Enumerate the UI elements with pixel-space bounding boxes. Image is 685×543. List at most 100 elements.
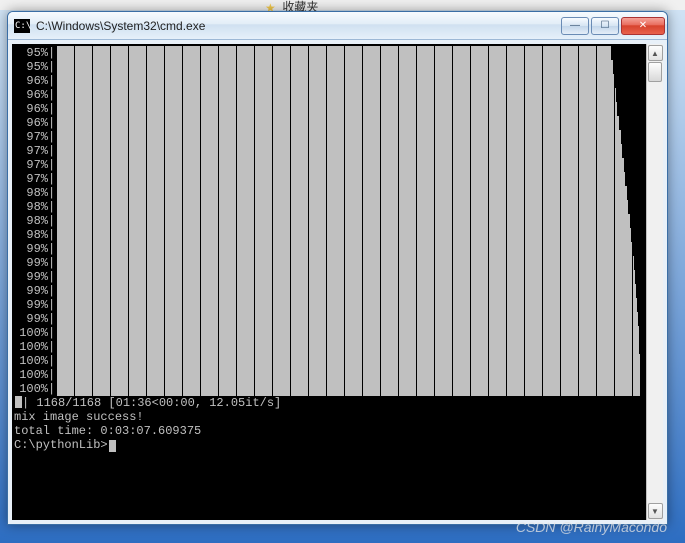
progress-percent: 100% (14, 326, 48, 340)
progress-bar-fill (57, 74, 614, 88)
progress-bar-left-cap: | (48, 354, 55, 368)
progress-bar (57, 46, 640, 60)
close-button[interactable]: ✕ (621, 17, 665, 35)
progress-row: 100%| (14, 354, 644, 368)
progress-bar (57, 256, 640, 270)
progress-counter-line: | 1168/1168 [01:36<00:00, 12.05it/s] (14, 396, 644, 410)
progress-percent: 96% (14, 74, 48, 88)
progress-bar-fill (57, 88, 615, 102)
progress-bar (57, 228, 640, 242)
progress-row: 96%| (14, 102, 644, 116)
progress-bar-fill (57, 326, 639, 340)
progress-percent: 100% (14, 382, 48, 396)
progress-row: 96%| (14, 88, 644, 102)
progress-bar-left-cap: | (48, 74, 55, 88)
progress-bar-fill (57, 298, 637, 312)
progress-percent: 99% (14, 312, 48, 326)
maximize-button[interactable]: ☐ (591, 17, 619, 35)
progress-bar-fill (57, 46, 611, 60)
progress-bar (57, 88, 640, 102)
progress-row: 98%| (14, 186, 644, 200)
progress-bar (57, 102, 640, 116)
progress-bar (57, 186, 640, 200)
progress-bar-fill (57, 116, 619, 130)
progress-bar-fill (57, 270, 635, 284)
progress-row: 98%| (14, 214, 644, 228)
progress-percent: 98% (14, 200, 48, 214)
progress-row: 96%| (14, 74, 644, 88)
scroll-down-button[interactable]: ▼ (648, 503, 663, 519)
scrollbar-thumb[interactable] (648, 62, 662, 82)
progress-bar-left-cap: | (48, 158, 55, 172)
progress-row: 96%| (14, 116, 644, 130)
scroll-up-button[interactable]: ▲ (648, 45, 663, 61)
progress-row: 100%| (14, 326, 644, 340)
progress-bar-left-cap: | (48, 46, 55, 60)
success-line: mix image success! (14, 410, 644, 424)
progress-bar-left-cap: | (48, 242, 55, 256)
progress-row: 95%| (14, 46, 644, 60)
progress-bar-fill (57, 382, 640, 396)
progress-bar-left-cap: | (48, 214, 55, 228)
progress-percent: 97% (14, 158, 48, 172)
cmd-icon: C:\ (14, 19, 30, 33)
progress-row: 97%| (14, 158, 644, 172)
progress-row: 99%| (14, 256, 644, 270)
progress-bar-left-cap: | (48, 270, 55, 284)
progress-bar (57, 116, 640, 130)
progress-percent: 100% (14, 368, 48, 382)
prompt-line: C:\pythonLib> (14, 438, 644, 452)
progress-percent: 99% (14, 298, 48, 312)
progress-bar-left-cap: | (48, 256, 55, 270)
progress-bar (57, 60, 640, 74)
progress-bar (57, 354, 640, 368)
titlebar[interactable]: C:\ C:\Windows\System32\cmd.exe — ☐ ✕ (8, 12, 667, 40)
progress-bar-left-cap: | (48, 284, 55, 298)
progress-percent: 100% (14, 340, 48, 354)
progress-bar (57, 200, 640, 214)
progress-row: 99%| (14, 270, 644, 284)
progress-bar (57, 284, 640, 298)
progress-row: 100%| (14, 340, 644, 354)
progress-percent: 96% (14, 102, 48, 116)
progress-bar-left-cap: | (48, 130, 55, 144)
progress-row: 99%| (14, 242, 644, 256)
window-controls: — ☐ ✕ (561, 17, 665, 35)
progress-row: 97%| (14, 144, 644, 158)
progress-bar (57, 214, 640, 228)
console-output[interactable]: 95%|95%|96%|96%|96%|96%|97%|97%|97%|97%|… (12, 44, 646, 520)
progress-bar (57, 242, 640, 256)
progress-bar (57, 368, 640, 382)
progress-bar-left-cap: | (48, 60, 55, 74)
progress-bar-fill (57, 312, 638, 326)
progress-bar-fill (57, 354, 640, 368)
counter-text: | 1168/1168 [01:36<00:00, 12.05it/s] (22, 396, 281, 410)
progress-bar-left-cap: | (48, 172, 55, 186)
progress-bar (57, 270, 640, 284)
progress-row: 99%| (14, 312, 644, 326)
progress-bar-fill (57, 284, 636, 298)
progress-percent: 98% (14, 228, 48, 242)
progress-row: 100%| (14, 368, 644, 382)
progress-bar-left-cap: | (48, 312, 55, 326)
progress-row: 97%| (14, 172, 644, 186)
progress-bar-left-cap: | (48, 144, 55, 158)
progress-row: 99%| (14, 284, 644, 298)
progress-bar-left-cap: | (48, 102, 55, 116)
progress-bar-left-cap: | (48, 186, 55, 200)
progress-percent: 97% (14, 172, 48, 186)
progress-percent: 99% (14, 242, 48, 256)
progress-percent: 99% (14, 256, 48, 270)
progress-percent: 96% (14, 88, 48, 102)
total-time-line: total time: 0:03:07.609375 (14, 424, 644, 438)
progress-bar-left-cap: | (48, 88, 55, 102)
progress-bar (57, 158, 640, 172)
progress-bar (57, 144, 640, 158)
scrollbar-track[interactable] (647, 62, 663, 502)
cmd-window: C:\ C:\Windows\System32\cmd.exe — ☐ ✕ 95… (7, 11, 668, 525)
vertical-scrollbar[interactable]: ▲ ▼ (646, 44, 663, 520)
progress-row: 97%| (14, 130, 644, 144)
minimize-button[interactable]: — (561, 17, 589, 35)
progress-bar-left-cap: | (48, 298, 55, 312)
progress-bar-fill (57, 340, 639, 354)
